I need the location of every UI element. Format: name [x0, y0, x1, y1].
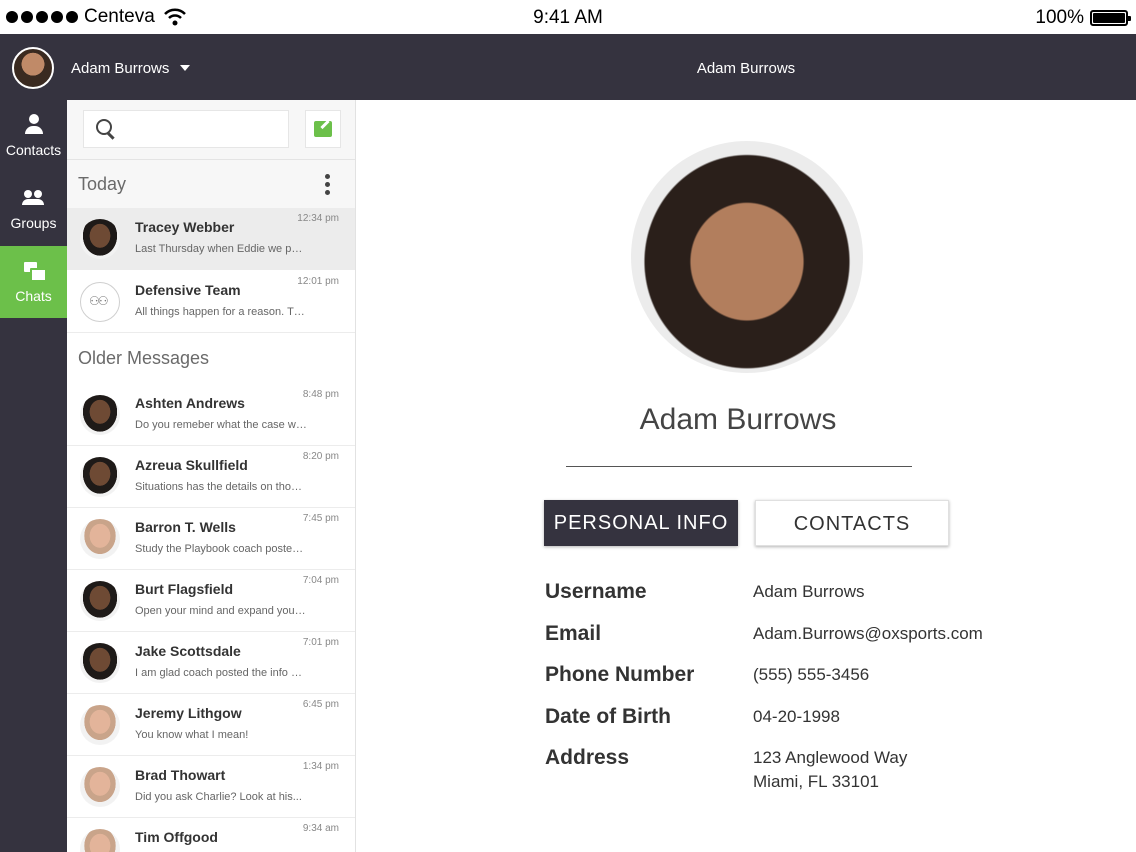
avatar — [80, 457, 120, 497]
chat-item-jeremy-lithgow[interactable]: Jeremy Lithgow You know what I mean! 6:4… — [67, 694, 355, 756]
compose-button[interactable] — [305, 110, 341, 148]
avatar — [80, 829, 120, 852]
chat-preview: Did you ask Charlie? Look at his... — [135, 791, 302, 803]
chat-name: Azreua Skullfield — [135, 457, 248, 473]
chat-item-tracey-webber[interactable]: Tracey Webber Last Thursday when Eddie w… — [67, 208, 355, 270]
chat-time: 6:45 pm — [302, 699, 339, 710]
tab-personal-info[interactable]: PERSONAL INFO — [544, 500, 738, 546]
chat-icon — [22, 260, 47, 282]
chat-preview: Study the Playbook coach posted i... — [135, 543, 307, 555]
chat-item-tim-offgood[interactable]: Tim Offgood 9:34 am — [67, 818, 355, 852]
chat-time: 7:04 pm — [302, 575, 339, 586]
nav-contacts-label: Contacts — [5, 142, 62, 158]
address-line2: Miami, FL 33101 — [753, 772, 879, 791]
chat-time: 1:34 pm — [302, 761, 339, 772]
email-value[interactable]: Adam.Burrows@oxsports.com — [753, 622, 983, 646]
nav-groups[interactable]: Groups — [0, 173, 67, 245]
section-older: Older Messages — [67, 334, 355, 382]
search-input[interactable] — [124, 117, 284, 141]
app-header: Adam Burrows Adam Burrows — [0, 34, 1136, 100]
search-bar — [67, 100, 355, 160]
avatar — [80, 519, 120, 559]
address-line1: 123 Anglewood Way — [753, 748, 908, 767]
chat-time: 12:01 pm — [297, 276, 339, 287]
dob-value: 04-20-1998 — [753, 707, 840, 726]
chat-name: Jake Scottsdale — [135, 643, 241, 659]
battery-percent: 100% — [1035, 7, 1084, 28]
chat-preview: Open your mind and expand your t... — [135, 605, 307, 617]
section-today-label: Today — [78, 174, 127, 194]
chat-item-jake-scottsdale[interactable]: Jake Scottsdale I am glad coach posted t… — [67, 632, 355, 694]
chat-time: 9:34 am — [302, 823, 339, 834]
profile-name: Adam Burrows — [639, 403, 837, 436]
dob-label: Date of Birth — [545, 705, 671, 728]
chat-preview: All things happen for a reason. Th... — [135, 306, 307, 318]
chat-preview: Do you remeber what the case wa... — [135, 419, 307, 431]
current-user-name[interactable]: Adam Burrows — [71, 60, 169, 77]
chat-list-panel: Today Tracey Webber Last Thursday when E… — [67, 100, 356, 852]
chat-item-ashten-andrews[interactable]: Ashten Andrews Do you remeber what the c… — [67, 384, 355, 446]
compose-icon — [314, 121, 332, 137]
chat-item-brad-thowart[interactable]: Brad Thowart Did you ask Charlie? Look a… — [67, 756, 355, 818]
status-time: 9:41 AM — [533, 7, 603, 28]
chat-item-burt-flagsfield[interactable]: Burt Flagsfield Open your mind and expan… — [67, 570, 355, 632]
email-label: Email — [545, 622, 602, 645]
phone-value[interactable]: (555) 555-3456 — [753, 663, 869, 687]
chat-time: 12:34 pm — [297, 213, 339, 224]
avatar — [80, 643, 120, 683]
search-icon — [96, 119, 116, 139]
chat-name: Ashten Andrews — [135, 395, 245, 411]
chat-preview: You know what I mean! — [135, 729, 249, 741]
avatar — [80, 705, 120, 745]
chat-name: Tracey Webber — [135, 219, 235, 235]
avatar — [80, 767, 120, 807]
more-options-icon[interactable] — [325, 174, 330, 196]
chat-time: 7:01 pm — [302, 637, 339, 648]
chat-preview: Last Thursday when Eddie we pas... — [135, 243, 307, 255]
status-right: 100% — [1035, 7, 1131, 29]
divider — [566, 466, 912, 467]
chat-item-azreua-skullfield[interactable]: Azreua Skullfield Situations has the det… — [67, 446, 355, 508]
nav-chats[interactable]: Chats — [0, 246, 67, 318]
current-user-avatar[interactable] — [12, 47, 54, 89]
chat-preview: Situations has the details on those... — [135, 481, 307, 493]
group-icon — [21, 187, 46, 209]
search-field[interactable] — [83, 110, 289, 148]
avatar — [80, 219, 120, 259]
profile-photo — [631, 141, 863, 373]
avatar — [80, 581, 120, 621]
username-label: Username — [545, 580, 647, 603]
nav-contacts[interactable]: Contacts — [0, 100, 67, 172]
nav-chats-label: Chats — [15, 288, 52, 304]
phone-label: Phone Number — [545, 663, 695, 686]
section-older-label: Older Messages — [78, 348, 210, 368]
chat-name: Jeremy Lithgow — [135, 705, 242, 721]
chat-item-barron-wells[interactable]: Barron T. Wells Study the Playbook coach… — [67, 508, 355, 570]
chat-time: 8:20 pm — [302, 451, 339, 462]
person-icon — [22, 114, 46, 136]
chat-name: Tim Offgood — [135, 829, 218, 845]
chat-name: Brad Thowart — [135, 767, 226, 783]
nav-groups-label: Groups — [10, 215, 57, 231]
username-value: Adam Burrows — [753, 582, 865, 601]
chat-time: 7:45 pm — [302, 513, 339, 524]
battery-icon — [1090, 10, 1131, 26]
avatar — [80, 395, 120, 435]
profile-panel: Adam Burrows PERSONAL INFO CONTACTS User… — [356, 100, 1136, 852]
chat-name: Barron T. Wells — [135, 519, 236, 535]
chat-name: Defensive Team — [135, 282, 241, 298]
address-label: Address — [545, 746, 630, 769]
section-today: Today — [67, 160, 355, 208]
status-bar: Centeva 9:41 AM 100% — [0, 0, 1136, 34]
group-avatar-icon — [80, 282, 120, 322]
tab-contacts[interactable]: CONTACTS — [755, 500, 949, 546]
chat-name: Burt Flagsfield — [135, 581, 234, 597]
header-title: Adam Burrows — [696, 60, 796, 77]
chevron-down-icon[interactable] — [180, 65, 190, 71]
chat-preview: I am glad coach posted the info on... — [135, 667, 307, 679]
chat-item-defensive-team[interactable]: Defensive Team All things happen for a r… — [67, 271, 355, 333]
chat-time: 8:48 pm — [302, 389, 339, 400]
nav-rail: Contacts Groups Chats — [0, 100, 67, 852]
